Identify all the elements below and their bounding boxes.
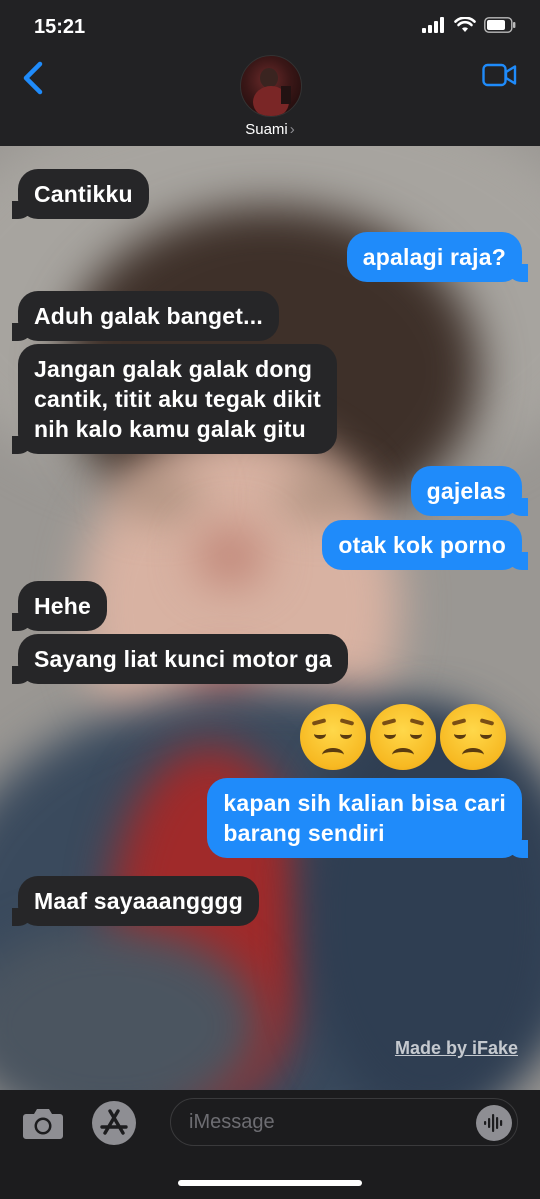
camera-icon <box>23 1109 63 1139</box>
chevron-right-icon: › <box>289 121 295 138</box>
message-bubble-received[interactable]: Cantikku <box>12 169 149 219</box>
disappointed-face-icon <box>300 704 366 770</box>
back-button[interactable] <box>18 58 48 98</box>
camera-button[interactable] <box>22 1106 64 1140</box>
wifi-icon <box>454 17 476 32</box>
disappointed-face-icon <box>370 704 436 770</box>
battery-icon <box>484 17 516 33</box>
home-indicator <box>178 1180 362 1186</box>
status-icons <box>422 17 516 33</box>
facetime-video-button[interactable] <box>482 62 518 88</box>
message-text: Sayang liat kunci motor ga <box>34 646 332 672</box>
app-store-button[interactable] <box>92 1101 136 1145</box>
conversation-header: 15:21 Suami › <box>0 0 540 146</box>
message-text: otak kok porno <box>338 532 506 558</box>
audio-message-button[interactable] <box>476 1105 512 1141</box>
imessage-input[interactable] <box>170 1098 518 1146</box>
audio-waveform-icon <box>484 1114 503 1132</box>
message-bubble-received[interactable]: Aduh galak banget... <box>12 291 279 341</box>
message-bubble-received[interactable]: Hehe <box>11 581 108 631</box>
message-bubble-sent[interactable]: apalagi raja? <box>346 232 529 282</box>
status-time: 15:21 <box>34 16 86 38</box>
video-camera-icon <box>482 63 517 87</box>
watermark: Made by iFake <box>394 1038 518 1058</box>
chevron-left-icon <box>23 61 43 95</box>
message-text: kapan sih kalian bisa cari barang sendir… <box>223 790 506 846</box>
contact-name-row[interactable]: Suami › <box>0 121 540 138</box>
emoji-message[interactable] <box>300 704 506 770</box>
message-bubble-sent[interactable]: otak kok porno <box>322 520 528 570</box>
message-text: Cantikku <box>34 181 133 207</box>
contact-name: Suami <box>245 121 288 138</box>
message-text: Jangan galak galak dong cantik, titit ak… <box>34 356 321 442</box>
signal-icon <box>422 17 444 33</box>
message-bubble-received[interactable]: Sayang liat kunci motor ga <box>12 634 348 684</box>
message-bubble-sent[interactable]: kapan sih kalian bisa cari barang sendir… <box>207 778 528 858</box>
message-bubble-received[interactable]: Jangan galak galak dong cantik, titit ak… <box>12 344 337 454</box>
contact-avatar[interactable] <box>240 55 302 117</box>
disappointed-face-icon <box>440 704 506 770</box>
message-bubble-received[interactable]: Maaf sayaaangggg <box>12 876 259 926</box>
app-store-icon <box>100 1109 128 1135</box>
message-text: apalagi raja? <box>362 244 506 270</box>
message-bubble-sent[interactable]: gajelas <box>410 466 529 516</box>
message-text: Hehe <box>34 593 92 619</box>
message-text: gajelas <box>426 478 506 504</box>
message-text: Aduh galak banget... <box>34 303 263 329</box>
avatar-photo <box>253 68 291 116</box>
message-text: Maaf sayaaangggg <box>34 888 243 914</box>
